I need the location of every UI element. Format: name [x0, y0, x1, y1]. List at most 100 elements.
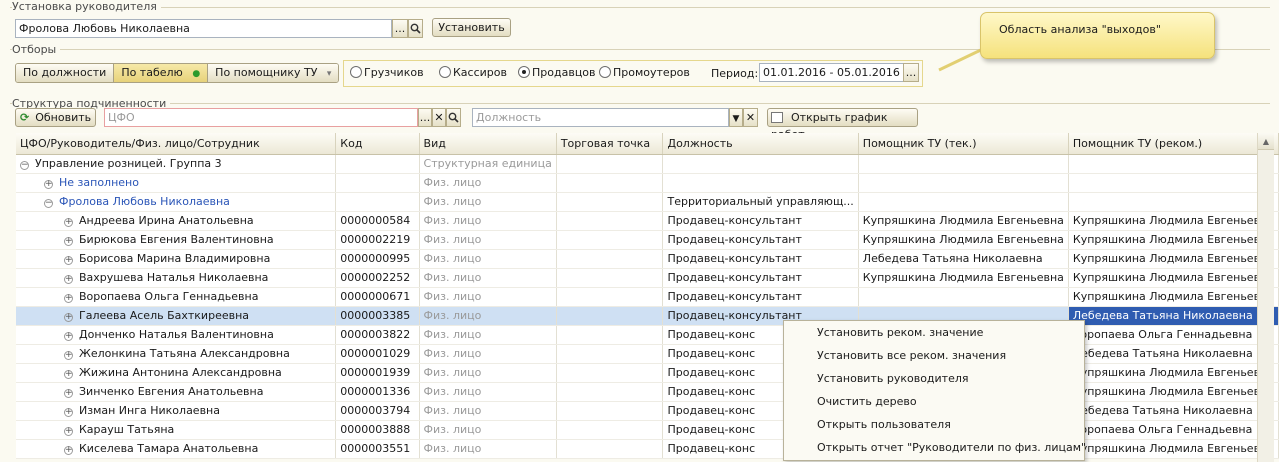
period-choose-button[interactable]: ... — [903, 63, 919, 82]
cell-position[interactable]: Продавец-консультант — [662, 230, 859, 250]
cell-kind[interactable]: Физ. лицо — [419, 363, 557, 383]
cell-point[interactable] — [556, 439, 664, 459]
cell-position[interactable]: Территориальный управляющ... — [662, 192, 859, 212]
table-row[interactable]: + Донченко Наталья Валентиновна 0000003822… — [16, 325, 1279, 345]
cell-rec[interactable]: Купряшкина Людмила Евгеньевна — [1068, 439, 1279, 459]
cell-code[interactable]: 0000003822 — [335, 325, 420, 345]
cell-kind[interactable]: Физ. лицо — [419, 249, 557, 269]
cell-code[interactable]: 0000001939 — [335, 363, 420, 383]
cell-cur[interactable] — [858, 287, 1069, 307]
table-row[interactable]: + Киселева Тамара Анатольевна 0000003551 Фи… — [16, 439, 1279, 459]
open-schedule-button[interactable]: Открыть график работ — [767, 108, 918, 141]
cell-code[interactable] — [335, 192, 420, 212]
cell-code[interactable] — [335, 154, 420, 174]
table-row[interactable]: + Вахрушева Наталья Николаевна 0000002252 Ф… — [16, 268, 1279, 288]
cell-point[interactable] — [556, 230, 664, 250]
cell-kind[interactable]: Структурная единица — [419, 154, 557, 174]
cell-rec[interactable]: Купряшкина Людмила Евгеньевна — [1068, 249, 1279, 269]
table-row[interactable]: + Жижина Антонина Александровна 0000001939… — [16, 363, 1279, 383]
cell-position[interactable]: Продавец-консультант — [662, 287, 859, 307]
cell-name[interactable]: + Изман Инга Николаевна — [16, 401, 337, 421]
cell-kind[interactable]: Физ. лицо — [419, 306, 557, 326]
cell-kind[interactable]: Физ. лицо — [419, 173, 557, 193]
table-scrollbar[interactable]: ▲ — [1257, 133, 1274, 462]
expand-icon[interactable]: + — [64, 237, 73, 246]
cell-rec[interactable] — [1068, 173, 1279, 193]
cell-point[interactable] — [556, 211, 664, 231]
cfo-search-button[interactable] — [446, 108, 461, 127]
col-header-assistant-current[interactable]: Помощник ТУ (тек.) — [858, 133, 1069, 155]
cell-code[interactable]: 0000001029 — [335, 344, 420, 364]
cell-rec[interactable]: Купряшкина Людмила Евгеньевна — [1068, 363, 1279, 383]
radio-sellers[interactable]: Продавцов — [518, 66, 596, 79]
cell-cur[interactable]: Купряшкина Людмила Евгеньевна — [858, 230, 1069, 250]
cell-rec[interactable]: Купряшкина Людмила Евгеньевна — [1068, 211, 1279, 231]
table-row[interactable]: + Зинченко Евгения Анатольевна 0000001336 Ф… — [16, 382, 1279, 402]
expand-icon[interactable]: + — [64, 313, 73, 322]
cell-point[interactable] — [556, 363, 664, 383]
expand-icon[interactable]: + — [64, 218, 73, 227]
cfo-field[interactable]: ЦФО — [104, 108, 418, 127]
cell-rec[interactable]: Воропаева Ольга Геннадьевна — [1068, 325, 1279, 345]
cell-kind[interactable]: Физ. лицо — [419, 192, 557, 212]
cell-name[interactable]: + Вахрушева Наталья Николаевна — [16, 268, 337, 288]
cell-rec[interactable]: Лебедева Татьяна Николаевна — [1068, 306, 1279, 326]
cell-name[interactable]: + Карауш Татьяна — [16, 420, 337, 440]
cell-name[interactable]: + Бирюкова Евгения Валентиновна — [16, 230, 337, 250]
cell-point[interactable] — [556, 268, 664, 288]
manager-search-button[interactable] — [408, 19, 423, 38]
cell-name[interactable]: − Управление розницей. Группа 3 — [16, 154, 337, 174]
position-clear-button[interactable]: ✕ — [743, 108, 758, 127]
cell-code[interactable]: 0000002252 — [335, 268, 420, 288]
menu-item-open-report[interactable]: Открыть отчет "Руководители по физ. лица… — [784, 436, 1086, 459]
cell-cur[interactable] — [858, 173, 1069, 193]
cell-code[interactable]: 0000001336 — [335, 382, 420, 402]
col-header-point[interactable]: Торговая точка — [556, 133, 664, 155]
menu-item-set-all-recommended[interactable]: Установить все реком. значения — [784, 344, 1084, 367]
collapse-icon[interactable]: − — [44, 199, 53, 208]
cell-code[interactable]: 0000000671 — [335, 287, 420, 307]
position-dropdown-button[interactable]: ▼ — [729, 108, 743, 127]
table-row[interactable]: + Карауш Татьяна 0000003888 Физ. лицо Продав… — [16, 420, 1279, 440]
cell-point[interactable] — [556, 420, 664, 440]
cell-point[interactable] — [556, 325, 664, 345]
cell-rec[interactable] — [1068, 154, 1279, 174]
cell-code[interactable]: 0000003385 — [335, 306, 420, 326]
radio-cashiers[interactable]: Кассиров — [439, 66, 507, 79]
cell-point[interactable] — [556, 249, 664, 269]
table-row[interactable]: + Борисова Марина Владимировна 0000000995 Ф… — [16, 249, 1279, 269]
cell-rec[interactable] — [1068, 192, 1279, 212]
cell-kind[interactable]: Физ. лицо — [419, 211, 557, 231]
expand-icon[interactable]: + — [64, 427, 73, 436]
table-row[interactable]: − Фролова Любовь Николаевна Физ. лицо Терри… — [16, 192, 1279, 212]
table-row[interactable]: + Бирюкова Евгения Валентиновна 0000002219… — [16, 230, 1279, 250]
col-header-position[interactable]: Должность — [662, 133, 859, 155]
tab-by-position[interactable]: По должности — [16, 64, 115, 82]
cell-kind[interactable]: Физ. лицо — [419, 325, 557, 345]
expand-icon[interactable]: + — [44, 180, 53, 189]
expand-icon[interactable]: + — [64, 275, 73, 284]
expand-icon[interactable]: + — [64, 256, 73, 265]
cell-point[interactable] — [556, 344, 664, 364]
cell-kind[interactable]: Физ. лицо — [419, 287, 557, 307]
cell-position[interactable] — [662, 154, 859, 174]
cell-name[interactable]: + Борисова Марина Владимировна — [16, 249, 337, 269]
cell-name[interactable]: + Галеева Асель Бахткиреевна — [16, 306, 337, 326]
col-header-code[interactable]: Код — [335, 133, 420, 155]
cell-point[interactable] — [556, 382, 664, 402]
expand-icon[interactable]: + — [64, 389, 73, 398]
scroll-up-icon[interactable]: ▲ — [1258, 133, 1274, 150]
cell-name[interactable]: + Киселева Тамара Анатольевна — [16, 439, 337, 459]
table-row[interactable]: + Андреева Ирина Анатольевна 0000000584 Физ… — [16, 211, 1279, 231]
cell-cur[interactable]: Купряшкина Людмила Евгеньевна — [858, 268, 1069, 288]
cell-position[interactable]: Продавец-консультант — [662, 268, 859, 288]
cell-code[interactable] — [335, 173, 420, 193]
period-field[interactable]: 01.01.2016 - 05.01.2016 — [759, 63, 904, 82]
cell-kind[interactable]: Физ. лицо — [419, 230, 557, 250]
cfo-choose-button[interactable]: ... — [418, 108, 432, 127]
menu-item-set-recommended[interactable]: Установить реком. значение — [784, 321, 1084, 344]
cell-name[interactable]: + Воропаева Ольга Геннадьевна — [16, 287, 337, 307]
menu-item-set-manager[interactable]: Установить руководителя — [784, 367, 1084, 390]
cell-rec[interactable]: Лебедева Татьяна Николаевна — [1068, 344, 1279, 364]
cell-point[interactable] — [556, 401, 664, 421]
